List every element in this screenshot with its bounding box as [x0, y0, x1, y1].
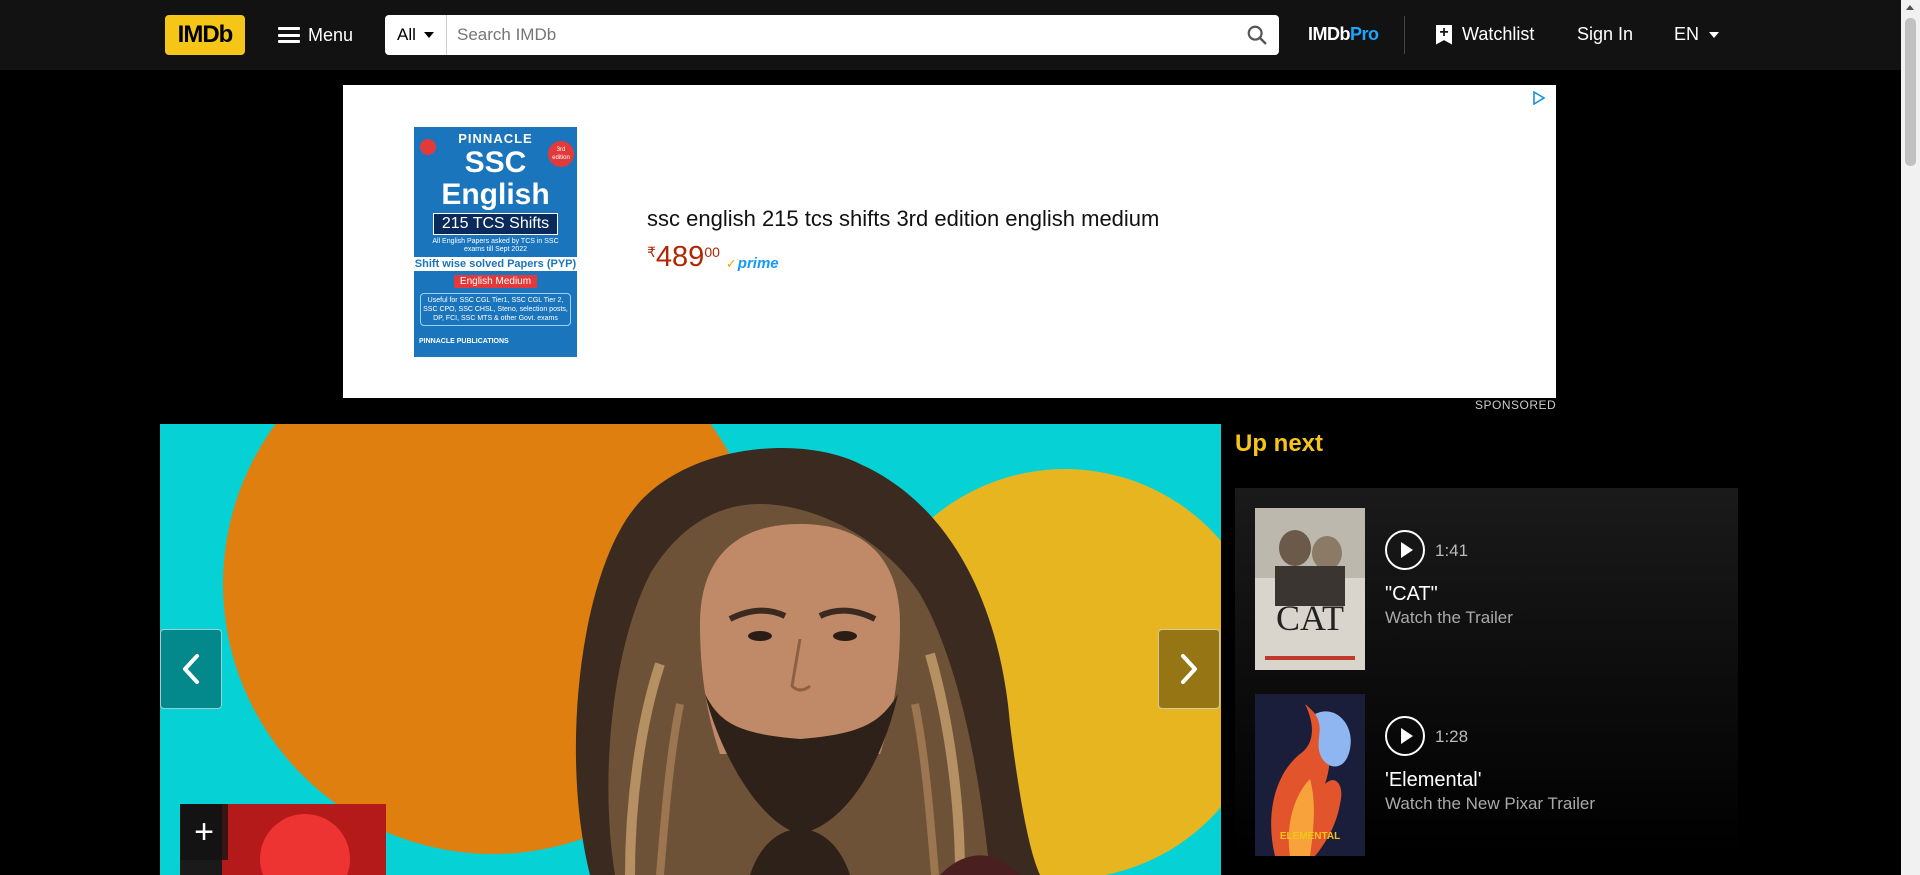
ad-product-image[interactable]: 3rd edition PINNACLE SSC English 215 TCS…: [414, 127, 577, 357]
up-next-heading: Up next: [1235, 430, 1324, 457]
header-divider: [1404, 16, 1405, 54]
watchlist-label: Watchlist: [1462, 24, 1535, 44]
page-scrollbar[interactable]: [1901, 0, 1920, 875]
ad-price: ₹ 489 00 ✓ prime: [647, 241, 779, 274]
price-whole: 489: [655, 241, 705, 273]
top-navbar: IMDb Menu All IMDbPro + Watchlist Sign I…: [0, 0, 1920, 70]
imdbpro-text: IMDb: [1308, 24, 1351, 44]
chevron-right-icon: [1181, 654, 1197, 684]
up-next-panel: CAT 1:41 "CAT" Watch the Trailer ELEMENT…: [1235, 488, 1738, 875]
search-category-label: All: [397, 25, 416, 44]
up-next-poster: CAT: [1255, 508, 1365, 670]
hero-poster-thumbnail[interactable]: +: [180, 804, 386, 875]
search-input[interactable]: [447, 15, 1235, 55]
hamburger-icon: [278, 27, 300, 43]
book-small-text: All English Papers asked by TCS in SSC e…: [432, 238, 559, 253]
menu-label: Menu: [308, 24, 354, 45]
imdbpro-pro-text: Pro: [1350, 24, 1379, 44]
sponsored-ad[interactable]: 3rd edition PINNACLE SSC English 215 TCS…: [343, 85, 1556, 398]
prime-badge: ✓ prime: [726, 255, 779, 272]
adchoices-icon[interactable]: [1532, 91, 1546, 105]
play-icon[interactable]: [1385, 716, 1425, 756]
scrollbar-thumb[interactable]: [1905, 18, 1916, 166]
bookmark-plus-icon: +: [1436, 24, 1452, 45]
up-next-subtitle: Watch the New Pixar Trailer: [1385, 794, 1596, 813]
watchlist-button[interactable]: + Watchlist: [1436, 24, 1534, 45]
caret-down-icon: [1709, 31, 1720, 38]
up-next-poster-title: CAT: [1276, 598, 1344, 638]
prime-label: prime: [737, 255, 779, 272]
price-fraction: 00: [704, 244, 720, 260]
hero-carousel[interactable]: +: [160, 424, 1221, 875]
prime-check-icon: ✓: [725, 255, 737, 271]
up-next-poster-title: ELEMENTAL: [1280, 831, 1340, 842]
menu-button[interactable]: Menu: [278, 18, 353, 52]
ad-product-title[interactable]: ssc english 215 tcs shifts 3rd edition e…: [647, 206, 1159, 232]
up-next-duration: 1:28: [1435, 727, 1469, 746]
carousel-prev-button[interactable]: [160, 629, 222, 709]
publisher-dot: [420, 139, 436, 155]
up-next-poster: ELEMENTAL: [1255, 694, 1365, 856]
chevron-left-icon: [183, 654, 199, 684]
scroll-up-arrow-icon[interactable]: [1906, 5, 1914, 10]
carousel-next-button[interactable]: [1158, 629, 1220, 709]
up-next-title[interactable]: "CAT": [1385, 583, 1438, 606]
up-next-item[interactable]: ELEMENTAL 1:28 'Elemental' Watch the New…: [1255, 694, 1725, 864]
edition-badge: 3rd edition: [548, 141, 574, 167]
book-title-line2: English: [441, 178, 550, 211]
book-useful: Useful for SSC CGL Tier1, SSC CGL Tier 2…: [420, 293, 571, 326]
up-next-item[interactable]: CAT 1:41 "CAT" Watch the Trailer: [1255, 508, 1725, 678]
imdbpro-link[interactable]: IMDbPro: [1308, 24, 1379, 45]
caret-down-icon: [423, 32, 434, 38]
add-to-watchlist-icon[interactable]: +: [180, 804, 228, 860]
search-category-dropdown[interactable]: All: [385, 15, 447, 55]
sign-in-button[interactable]: Sign In: [1577, 24, 1633, 45]
book-shifts: 215 TCS Shifts: [432, 213, 559, 235]
sponsored-label: SPONSORED: [1475, 398, 1557, 412]
imdb-logo[interactable]: IMDb: [165, 15, 245, 55]
language-dropdown[interactable]: EN: [1674, 24, 1720, 45]
up-next-subtitle: Watch the Trailer: [1385, 608, 1513, 627]
imdb-home-page: IMDb Menu All IMDbPro + Watchlist Sign I…: [0, 0, 1920, 875]
book-solved: Shift wise solved Papers (PYP): [414, 257, 577, 271]
play-icon[interactable]: [1385, 530, 1425, 570]
book-medium: English Medium: [453, 275, 538, 288]
search-icon[interactable]: [1235, 15, 1279, 55]
up-next-title[interactable]: 'Elemental': [1385, 769, 1482, 792]
up-next-duration: 1:41: [1435, 541, 1469, 560]
search-bar: All: [385, 15, 1279, 55]
language-label: EN: [1674, 24, 1700, 44]
book-publisher: PINNACLE PUBLICATIONS: [419, 338, 509, 345]
price-currency: ₹: [647, 244, 656, 260]
